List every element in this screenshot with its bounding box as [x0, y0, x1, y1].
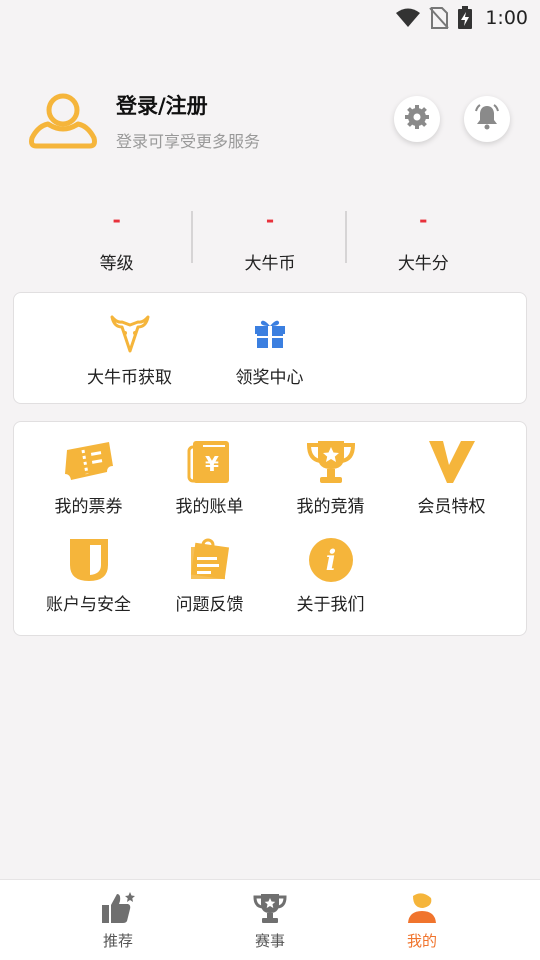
status-bar: 1:00	[0, 0, 540, 36]
vip-icon	[426, 438, 478, 486]
notification-button[interactable]	[464, 96, 510, 142]
gear-icon	[404, 104, 430, 134]
svg-text:i: i	[325, 544, 336, 577]
bottom-nav: 推荐 赛事 我的	[0, 879, 540, 960]
rewards-card: 大牛币获取 领奖中心	[13, 292, 527, 404]
feedback-icon	[184, 536, 236, 584]
tab-events[interactable]: 赛事	[215, 888, 325, 951]
wifi-icon	[395, 8, 421, 28]
no-sim-icon	[429, 7, 450, 29]
login-title[interactable]: 登录/注册	[116, 90, 208, 120]
tab-label: 赛事	[254, 932, 285, 950]
thumbs-up-icon	[98, 888, 138, 928]
status-time: 1:00	[485, 7, 528, 29]
stat-label: 大牛分	[397, 254, 449, 274]
menu-item-label: 会员特权	[417, 497, 486, 517]
bull-icon	[104, 309, 156, 357]
stat-value: -	[419, 208, 428, 232]
menu-item-label: 账户与安全	[46, 595, 131, 615]
menu-item-guesses[interactable]: 我的竞猜	[270, 438, 391, 517]
tab-label: 我的	[406, 932, 437, 950]
profile-header[interactable]: 登录/注册 登录可享受更多服务	[28, 88, 518, 158]
tab-recommend[interactable]: 推荐	[63, 888, 173, 951]
settings-button[interactable]	[394, 96, 440, 142]
bell-icon	[473, 103, 501, 135]
stat-value: -	[265, 208, 275, 232]
user-icon	[402, 888, 442, 928]
stat-coins[interactable]: - 大牛币	[191, 205, 346, 275]
stat-label: 大牛币	[244, 254, 296, 274]
menu-item-tickets[interactable]: 我的票券	[28, 438, 149, 517]
gift-icon	[244, 309, 296, 357]
login-subtitle: 登录可享受更多服务	[116, 132, 261, 151]
rewards-item-prize-center[interactable]: 领奖中心	[209, 309, 330, 388]
trophy-icon	[250, 888, 290, 928]
stat-points[interactable]: - 大牛分	[344, 205, 500, 275]
menu-item-label: 问题反馈	[175, 595, 244, 615]
battery-charging-icon	[457, 6, 473, 30]
svg-text:¥: ¥	[205, 452, 219, 476]
menu-card: 我的票券 ¥ 我的账单 我的竞猜 会员特权 账户与安全 问题反馈 i 关于我们	[13, 421, 527, 636]
stat-value: -	[112, 208, 121, 232]
divider	[344, 211, 347, 263]
divider	[191, 211, 194, 263]
menu-item-label: 关于我们	[296, 595, 365, 615]
rewards-item-label: 领奖中心	[235, 368, 304, 388]
stats-row: - 等级 - 大牛币 - 大牛分	[40, 205, 500, 275]
tab-label: 推荐	[102, 932, 133, 950]
menu-item-label: 我的账单	[175, 497, 244, 517]
menu-item-about[interactable]: i 关于我们	[270, 536, 391, 615]
rewards-item-label: 大牛币获取	[87, 368, 172, 388]
avatar-icon[interactable]	[28, 90, 98, 152]
trophy-icon	[305, 438, 357, 486]
ticket-icon	[63, 438, 115, 486]
menu-item-feedback[interactable]: 问题反馈	[149, 536, 270, 615]
rewards-item-coins[interactable]: 大牛币获取	[69, 309, 190, 388]
stat-label: 等级	[99, 254, 134, 274]
menu-item-account-security[interactable]: 账户与安全	[28, 536, 149, 615]
bill-icon: ¥	[184, 438, 236, 486]
shield-icon	[63, 536, 115, 584]
stat-level[interactable]: - 等级	[40, 205, 193, 275]
tab-mine[interactable]: 我的	[367, 888, 477, 951]
menu-item-label: 我的竞猜	[296, 497, 365, 517]
menu-item-bills[interactable]: ¥ 我的账单	[149, 438, 270, 517]
menu-item-label: 我的票券	[54, 497, 123, 517]
menu-item-vip[interactable]: 会员特权	[391, 438, 512, 517]
info-icon: i	[305, 536, 357, 584]
